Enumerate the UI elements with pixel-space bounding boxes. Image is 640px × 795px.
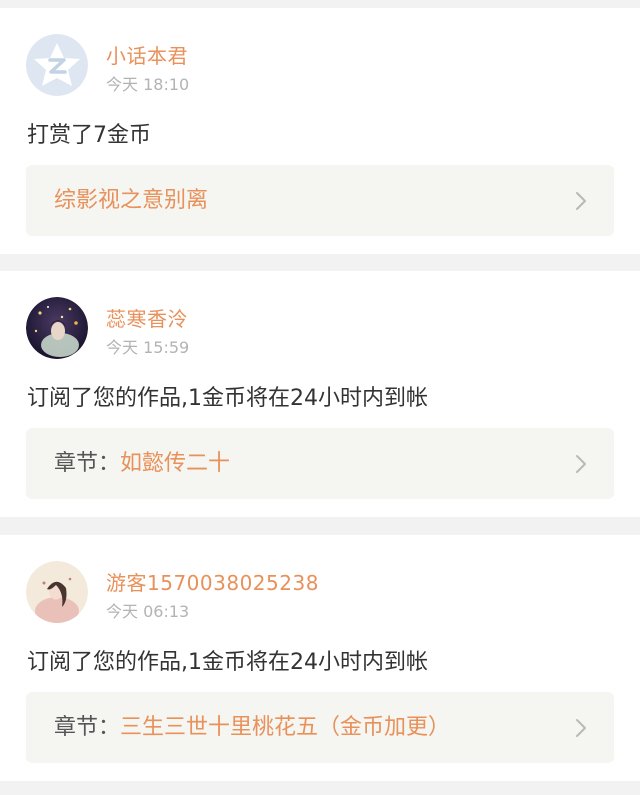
notification-card: 游客1570038025238 今天 06:13 订阅了您的作品,1金币将在24…: [0, 535, 640, 781]
username[interactable]: 小话本君: [106, 40, 188, 69]
notification-message: 订阅了您的作品,1金币将在24小时内到帐: [27, 386, 428, 411]
chevron-right-icon: [576, 455, 586, 473]
reference-title: 如懿传二十: [120, 451, 231, 476]
user-avatar-icon[interactable]: [26, 297, 88, 359]
chevron-right-icon: [576, 192, 586, 210]
chevron-right-icon: [576, 719, 586, 737]
chapter-reference-link[interactable]: 章节：如懿传二十: [26, 428, 614, 499]
reference-text: 章节：如懿传二十: [54, 428, 230, 499]
work-reference-link[interactable]: 综影视之意别离: [26, 165, 614, 236]
timestamp: 今天 15:59: [106, 338, 190, 357]
username[interactable]: 蕊寒香泠: [106, 303, 188, 332]
reference-text: 章节：三生三世十里桃花五（金币加更）: [54, 692, 450, 763]
reference-prefix: 章节：: [54, 451, 121, 476]
default-avatar-icon[interactable]: [26, 34, 88, 96]
reference-title: 三生三世十里桃花五（金币加更）: [120, 715, 451, 740]
timestamp: 今天 18:10: [106, 75, 190, 94]
timestamp: 今天 06:13: [106, 602, 190, 621]
reference-prefix: 章节：: [54, 715, 121, 740]
chapter-reference-link[interactable]: 章节：三生三世十里桃花五（金币加更）: [26, 692, 614, 763]
notification-message: 订阅了您的作品,1金币将在24小时内到帐: [27, 650, 428, 675]
notification-card: 蕊寒香泠 今天 15:59 订阅了您的作品,1金币将在24小时内到帐 章节：如懿…: [0, 271, 640, 517]
reference-title: 综影视之意别离: [54, 188, 209, 213]
user-avatar-icon[interactable]: [26, 561, 88, 623]
notification-card: 小话本君 今天 18:10 打赏了7金币 综影视之意别离: [0, 8, 640, 254]
username[interactable]: 游客1570038025238: [106, 567, 319, 596]
notification-message: 打赏了7金币: [27, 123, 151, 148]
reference-text: 综影视之意别离: [54, 165, 208, 236]
notification-feed: 小话本君 今天 18:10 打赏了7金币 综影视之意别离 蕊寒香泠 今天 15:…: [0, 0, 640, 795]
